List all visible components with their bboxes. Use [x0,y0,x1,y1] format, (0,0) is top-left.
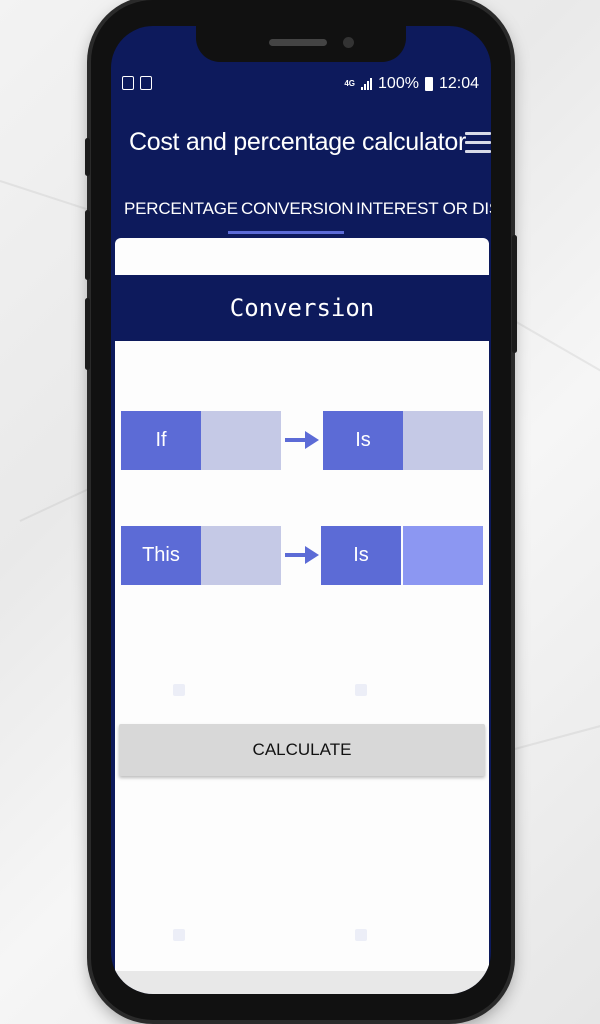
network-type: 4G [344,79,356,88]
speaker-grill [269,39,327,46]
bottom-nav-area [115,971,489,994]
hamburger-menu-icon[interactable] [465,132,491,154]
arrow-right-icon [285,431,319,449]
watermark-mark [355,929,367,941]
front-camera [343,37,354,48]
battery-icon [424,77,433,91]
watermark-mark [173,929,185,941]
watermark-mark [173,684,185,696]
is-label: Is [321,526,401,585]
conversion-row-1: If Is [121,411,485,470]
tab-interest-or-discount[interactable]: INTEREST OR DISCO [356,199,491,219]
app-bar: Cost and percentage calculator [111,100,491,182]
if-label: If [121,411,201,470]
app-title: Cost and percentage calculator [129,128,467,156]
selected-tab-indicator [228,231,344,234]
tab-conversion[interactable]: CONVERSION [241,199,353,219]
image-notification-icon [122,76,134,90]
calculate-button[interactable]: CALCULATE [119,724,485,776]
battery-percentage: 100% [378,75,419,92]
arrow-right-icon [285,546,319,564]
this-label: This [121,526,201,585]
signal-strength-icon [361,78,373,90]
phone-power-button [512,235,517,353]
if-value-input[interactable] [201,411,281,470]
tab-percentage[interactable]: PERCENTAGE [124,199,238,219]
result-value-field[interactable] [403,526,483,585]
tab-bar: PERCENTAGE CONVERSION INTEREST OR DISCO [111,186,491,238]
phone-frame: 4G 100% 12:04 Cost and percentage calcul… [85,0,517,1020]
clock: 12:04 [438,75,479,92]
notch [196,26,406,62]
phone-volume-down-button [85,298,90,370]
conversion-panel: Conversion If Is This Is CALCULATE [115,238,489,971]
is-value-input[interactable] [403,411,483,470]
watermark-mark [355,684,367,696]
conversion-row-2: This Is [121,526,485,585]
conversion-header: Conversion [115,275,489,341]
is-label: Is [323,411,403,470]
phone-volume-up-button [85,210,90,280]
status-bar: 4G 100% 12:04 [111,68,491,100]
phone-side-button [85,138,90,176]
this-value-input[interactable] [201,526,281,585]
phone-screen: 4G 100% 12:04 Cost and percentage calcul… [111,26,491,994]
battery-saver-notification-icon [140,76,152,90]
